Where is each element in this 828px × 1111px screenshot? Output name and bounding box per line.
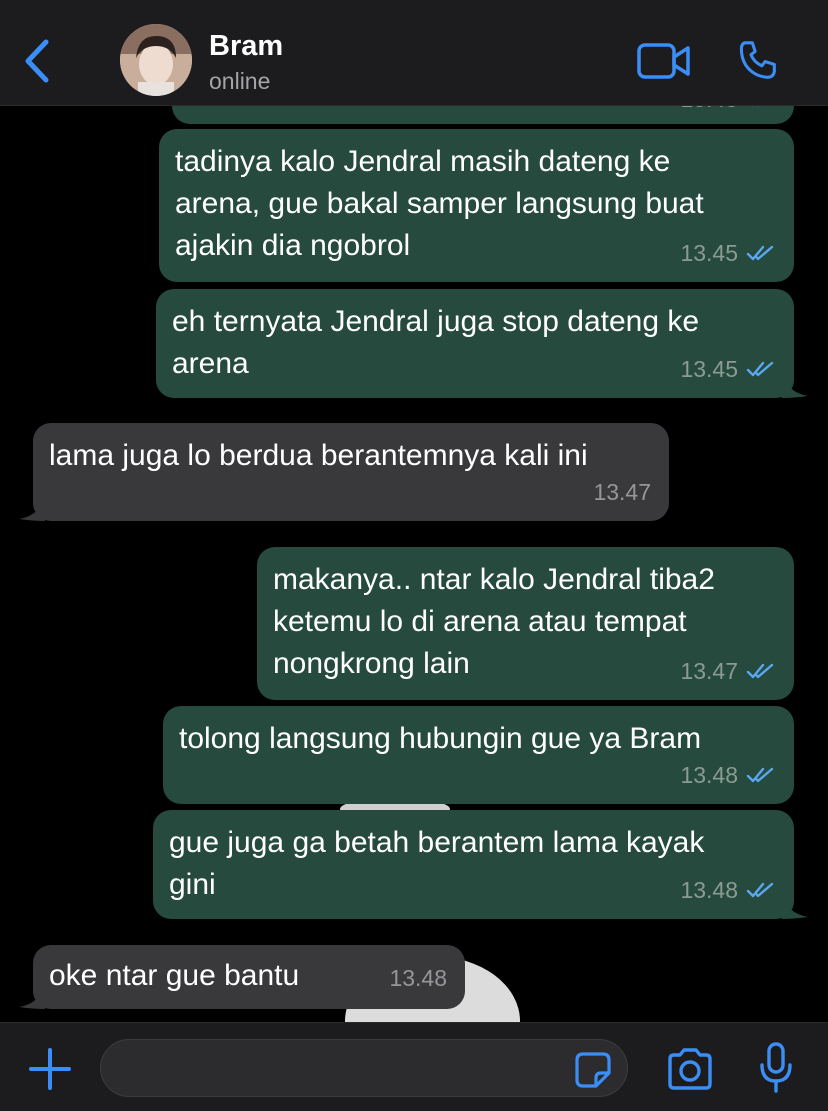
message-time: 13.45 <box>680 240 738 266</box>
message-bubble-incoming[interactable]: oke ntar gue bantu 13.48 <box>19 945 465 1009</box>
contact-status: online <box>209 68 271 94</box>
message-time: 13.48 <box>680 762 738 788</box>
bubble-tail <box>782 893 808 919</box>
double-check-icon <box>746 361 774 377</box>
message-meta: 13.48 <box>389 957 447 999</box>
double-check-icon <box>746 245 774 261</box>
message-bubble-outgoing[interactable]: eh ternyata Jendral juga stop dateng ke … <box>156 289 808 398</box>
message-bubble-outgoing[interactable]: makanya.. ntar kalo Jendral tiba2 ketemu… <box>257 547 794 700</box>
message-list[interactable]: 13.45 tadinya kalo Jendral masih dateng … <box>0 106 828 1022</box>
message-time: 13.45 <box>680 356 738 382</box>
plus-icon <box>29 1048 71 1090</box>
bubble-tail <box>19 983 45 1009</box>
chat-screen: Bram online 13.45 tadi <box>0 0 828 1111</box>
composer-bar <box>0 1022 828 1111</box>
camera-icon <box>668 1048 712 1090</box>
back-button[interactable] <box>18 36 58 86</box>
message-input[interactable] <box>100 1039 628 1097</box>
message-text: lama juga lo berdua berantemnya kali ini <box>49 435 653 477</box>
double-check-icon <box>746 882 774 898</box>
attach-button[interactable] <box>26 1045 74 1093</box>
message-bubble-outgoing[interactable]: 13.45 <box>172 106 794 124</box>
chevron-left-icon <box>25 39 49 83</box>
message-line: makanya.. ntar kalo Jendral tiba2 <box>273 563 715 596</box>
double-check-icon <box>746 767 774 783</box>
avatar[interactable] <box>120 24 192 96</box>
double-check-icon <box>746 663 774 679</box>
avatar-photo <box>120 24 192 96</box>
video-call-button[interactable] <box>636 40 692 82</box>
message-meta: 13.45 <box>680 232 776 274</box>
video-camera-icon <box>637 43 690 79</box>
message-meta: 13.48 <box>680 869 776 911</box>
phone-icon <box>739 41 776 79</box>
message-meta: 13.45 <box>680 106 776 120</box>
message-time: 13.47 <box>680 658 738 684</box>
message-meta: 13.47 <box>680 650 776 692</box>
message-meta: 13.47 <box>593 471 651 513</box>
contact-name[interactable]: Bram <box>209 30 283 63</box>
message-bubble-incoming[interactable]: lama juga lo berdua berantemnya kali ini… <box>19 423 669 521</box>
message-bubble-outgoing[interactable]: gue juga ga betah berantem lama kayak gi… <box>153 810 808 919</box>
message-bubble-outgoing[interactable]: tadinya kalo Jendral masih dateng ke are… <box>159 129 794 282</box>
sticker-button[interactable] <box>574 1051 612 1089</box>
message-meta: 13.45 <box>680 348 776 390</box>
sticker-icon <box>575 1052 611 1088</box>
message-time: 13.48 <box>680 877 738 903</box>
message-meta: 13.48 <box>680 754 776 796</box>
message-time: 13.47 <box>593 479 651 505</box>
bubble-tail <box>782 372 808 398</box>
message-line: oke ntar gue bantu <box>49 959 300 992</box>
message-line: tadinya kalo Jendral masih dateng ke <box>175 145 671 178</box>
double-check-icon <box>752 106 759 107</box>
chat-header: Bram online <box>0 0 828 106</box>
message-time: 13.45 <box>680 106 738 120</box>
microphone-button[interactable] <box>758 1041 794 1095</box>
message-text: oke ntar gue bantu <box>49 955 299 997</box>
microphone-icon <box>760 1042 792 1093</box>
message-bubble-outgoing[interactable]: tolong langsung hubungin gue ya Bram 13.… <box>163 706 794 804</box>
message-line: ketemu lo di arena atau tempat <box>273 605 687 638</box>
message-time: 13.48 <box>389 965 447 991</box>
message-line: arena, gue bakal samper langsung buat <box>175 187 704 220</box>
voice-call-button[interactable] <box>736 38 782 84</box>
message-line: gue juga ga betah berantem lama kayak <box>169 826 705 859</box>
bubble-tail <box>19 495 45 521</box>
message-line: lama juga lo berdua berantemnya kali ini <box>49 439 588 472</box>
camera-button[interactable] <box>666 1047 714 1091</box>
message-line: eh ternyata Jendral juga stop dateng ke <box>172 305 700 338</box>
